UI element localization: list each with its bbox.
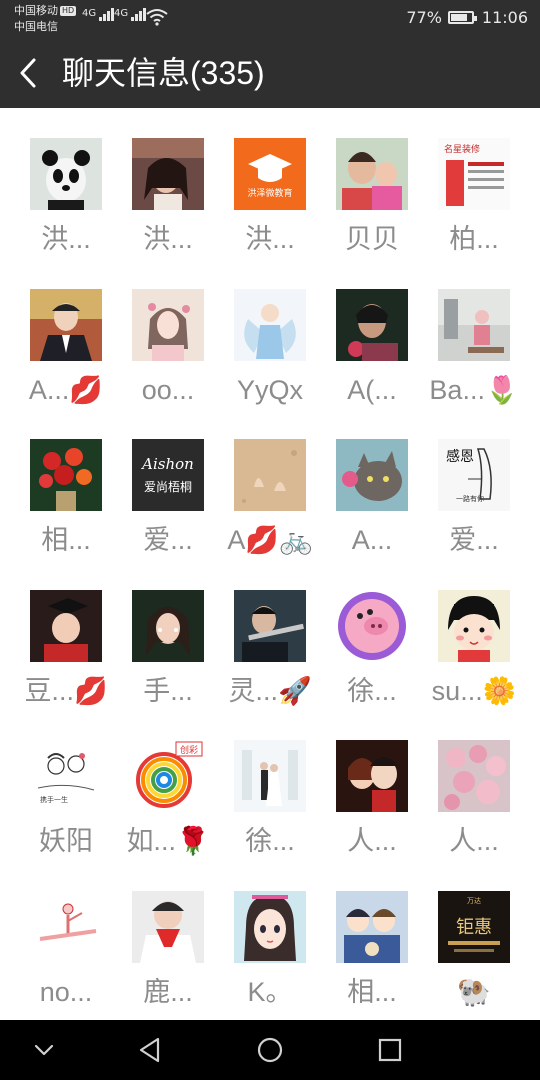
status-bar: 中国移动 HD 中国电信 4G 4G 77% 11:06 <box>0 0 540 38</box>
svg-text:万达: 万达 <box>467 896 481 905</box>
svg-text:创彩: 创彩 <box>180 744 198 756</box>
member-name: 洪... <box>143 224 193 254</box>
aishon-logo-avatar[interactable]: Aishon 爱尚梧桐 <box>132 439 204 512</box>
network-type-1: 4G <box>82 8 97 19</box>
member-name: 🐏 <box>457 977 491 1007</box>
graduate-child-avatar[interactable] <box>30 589 102 662</box>
collapse-icon[interactable] <box>28 1035 60 1065</box>
child-room-avatar[interactable] <box>438 288 510 361</box>
dancer-cartoon-avatar[interactable] <box>30 891 102 963</box>
member-name: A(... <box>347 374 397 405</box>
praying-hands-avatar[interactable]: 感恩一路有你 <box>438 439 510 512</box>
man-suit-avatar[interactable] <box>30 288 102 361</box>
svg-text:Aishon: Aishon <box>140 455 194 473</box>
member-name: YyQx <box>236 374 303 405</box>
member-name: 鹿... <box>143 977 193 1007</box>
member-name: 洪... <box>245 224 295 254</box>
svg-text:爱尚梧桐: 爱尚梧桐 <box>144 479 192 494</box>
svg-text:携手一生: 携手一生 <box>40 795 68 804</box>
member-name: 相... <box>41 525 91 556</box>
member-name: 徐... <box>245 826 295 857</box>
member-name: 手... <box>143 675 193 706</box>
sand-hands-avatar[interactable] <box>234 439 306 512</box>
member-name: 相... <box>347 977 397 1007</box>
man-flute-avatar[interactable] <box>234 589 306 662</box>
svg-text:感恩: 感恩 <box>446 448 474 465</box>
network-type-2: 4G <box>114 8 129 19</box>
cartoon-couple-avatar[interactable] <box>336 740 408 813</box>
svg-text:洪泽微教育: 洪泽微教育 <box>247 187 292 199</box>
home-circle-icon[interactable] <box>254 1035 286 1065</box>
svg-text:钜惠: 钜惠 <box>456 917 492 938</box>
signal-2-icon: 4G <box>114 8 147 21</box>
status-right: 77% 11:06 <box>406 8 528 27</box>
hd-badge: HD <box>60 6 77 16</box>
member-name: A... <box>351 525 393 556</box>
woman-portrait-avatar[interactable] <box>336 288 408 361</box>
member-name: su...🌼 <box>431 675 517 706</box>
member-name: 爱... <box>143 525 193 556</box>
member-name: 贝贝 <box>345 224 399 254</box>
member-name: 灵...🚀 <box>228 675 312 706</box>
member-name: 妖阳 <box>39 826 93 857</box>
anime-group-avatar[interactable] <box>336 891 408 963</box>
system-nav-bar <box>0 1020 540 1080</box>
member-name: K。 <box>247 977 293 1007</box>
couple-sketch-avatar[interactable]: 携手一生 <box>30 740 102 813</box>
girl-flowers-avatar[interactable] <box>132 288 204 361</box>
member-name: 如...🌹 <box>126 826 210 857</box>
maruko-cartoon-avatar[interactable] <box>438 589 510 662</box>
wifi-icon <box>146 9 168 26</box>
member-name: Ba...🌷 <box>429 374 519 405</box>
battery-percent: 77% <box>406 8 442 27</box>
graduation-cap-avatar[interactable]: 洪泽微教育 <box>234 138 306 210</box>
carrier-1: 中国移动 <box>14 4 58 17</box>
back-arrow-icon[interactable] <box>14 56 44 90</box>
svg-text:名星装修: 名星装修 <box>444 143 480 155</box>
angel-avatar[interactable] <box>234 288 306 361</box>
mother-child-avatar[interactable] <box>336 138 408 210</box>
back-triangle-icon[interactable] <box>134 1035 166 1065</box>
panda-avatar[interactable] <box>30 138 102 210</box>
member-name: A💋🚲 <box>227 525 313 556</box>
poster-avatar[interactable]: 名星装修 <box>438 138 510 210</box>
wedding-avatar[interactable] <box>234 740 306 813</box>
member-name: 爱... <box>449 525 499 556</box>
battery-icon <box>447 11 477 24</box>
member-name: no... <box>39 977 93 1007</box>
page-title: 聊天信息(335) <box>62 55 265 91</box>
svg-text:一路有你: 一路有你 <box>456 494 484 503</box>
member-name: 徐... <box>347 675 397 706</box>
pink-flowers-avatar[interactable] <box>438 740 510 813</box>
member-name: 人... <box>449 826 499 857</box>
carrier-2: 中国电信 <box>14 20 58 33</box>
title-bar: 聊天信息(335) <box>0 38 540 108</box>
pig-cartoon-avatar[interactable] <box>336 589 408 662</box>
girl-photo-avatar[interactable] <box>132 138 204 210</box>
carrier-info: 中国移动 HD 中国电信 <box>14 3 77 35</box>
member-name: oo... <box>141 374 195 405</box>
rainbow-logo-avatar[interactable]: 创彩 <box>132 740 204 813</box>
member-name: A...💋 <box>28 374 104 405</box>
woman-selfie-avatar[interactable] <box>132 589 204 662</box>
flower-bouquet-avatar[interactable] <box>30 439 102 512</box>
member-name: 豆...💋 <box>24 675 108 706</box>
child-red-scarf-avatar[interactable] <box>132 891 204 963</box>
member-name: 人... <box>347 826 397 857</box>
signal-1-icon: 4G <box>82 8 115 21</box>
gold-poster-avatar[interactable]: 万达 钜惠 <box>438 891 510 963</box>
clock: 11:06 <box>481 8 528 27</box>
anime-girl-avatar[interactable] <box>234 891 306 963</box>
recents-square-icon[interactable] <box>374 1035 406 1065</box>
cat-avatar[interactable] <box>336 439 408 512</box>
member-name: 柏... <box>449 224 499 254</box>
member-name: 洪... <box>41 224 91 254</box>
